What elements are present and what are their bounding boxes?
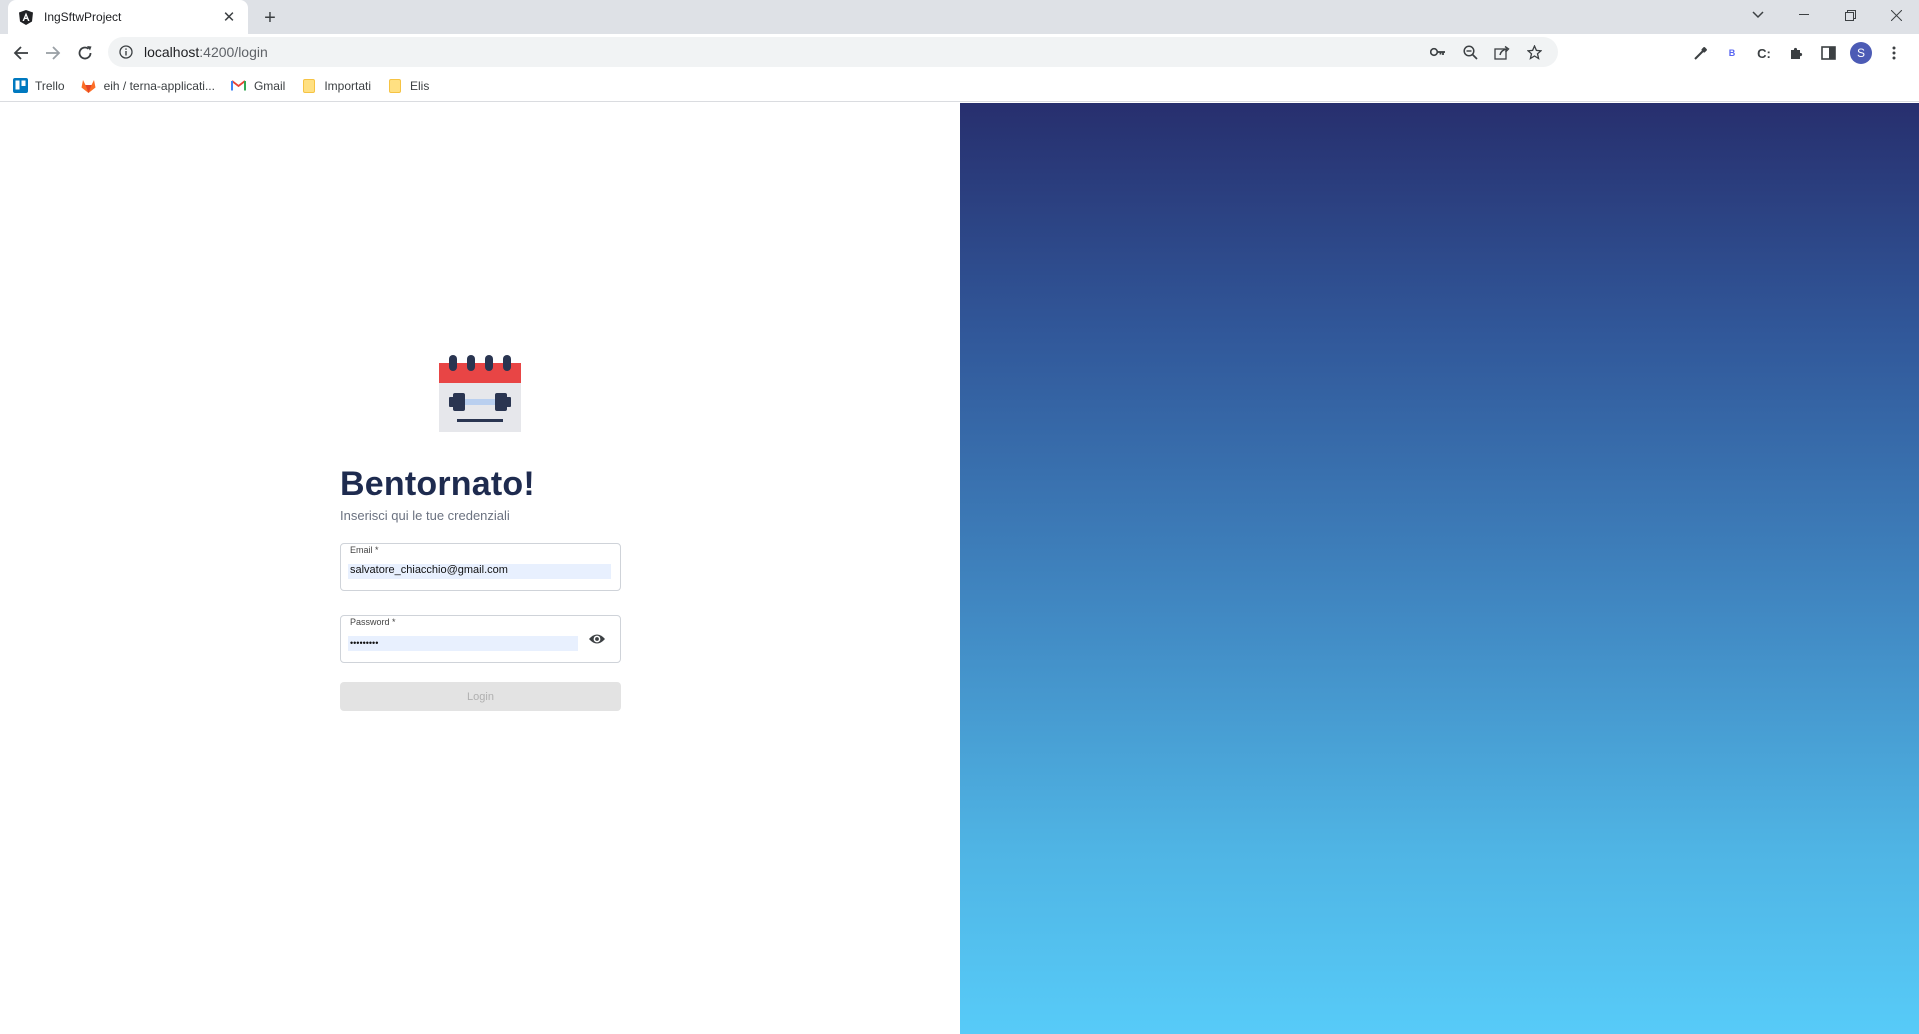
url-path: :4200/login — [199, 44, 268, 60]
page-title: Bentornato! — [340, 465, 535, 503]
angular-icon — [18, 9, 34, 25]
url-text: localhost:4200/login — [144, 44, 268, 60]
minimize-icon[interactable] — [1781, 0, 1827, 30]
folder-icon — [301, 78, 317, 94]
bookmark-gitlab[interactable]: eih / terna-applicati... — [81, 78, 215, 94]
url-host: localhost — [144, 44, 200, 60]
email-label: Email * — [350, 545, 379, 555]
calendar-dumbbell-logo-icon — [439, 355, 521, 432]
side-panel-icon[interactable] — [1818, 43, 1838, 63]
address-bar[interactable]: localhost:4200/login — [108, 37, 1558, 67]
window-close-icon[interactable] — [1873, 0, 1919, 30]
back-arrow-icon[interactable] — [8, 40, 34, 66]
restore-icon[interactable] — [1827, 0, 1873, 30]
new-tab-button[interactable]: + — [258, 6, 282, 30]
bookmark-star-icon[interactable] — [1524, 42, 1544, 62]
password-field[interactable]: Password * ••••••••• — [340, 615, 621, 663]
extensions-area: B C: S — [1690, 42, 1904, 64]
forward-arrow-icon[interactable] — [40, 40, 66, 66]
gitlab-icon — [81, 78, 97, 94]
bookmark-label: eih / terna-applicati... — [103, 78, 215, 93]
password-input[interactable]: ••••••••• — [348, 636, 578, 651]
tab-title: IngSftwProject — [44, 10, 122, 24]
show-password-eye-icon[interactable] — [588, 632, 606, 646]
login-panel: Bentornato! Inserisci qui le tue credenz… — [0, 103, 960, 1034]
tab-close-icon[interactable]: ✕ — [220, 8, 238, 26]
zoom-out-icon[interactable] — [1460, 42, 1480, 62]
bookmark-folder-importati[interactable]: Importati — [301, 78, 371, 94]
trello-icon — [12, 78, 28, 94]
puzzle-icon[interactable] — [1786, 43, 1806, 63]
bookmark-label: Importati — [324, 78, 371, 93]
bookmark-gmail[interactable]: Gmail — [231, 78, 285, 94]
bookmarks-bar: Trello eih / terna-applicati... Gmail Im… — [0, 70, 1919, 102]
password-label: Password * — [350, 617, 396, 627]
login-button[interactable]: Login — [340, 682, 621, 711]
extension-c-icon[interactable]: C: — [1754, 43, 1774, 63]
profile-avatar[interactable]: S — [1850, 42, 1872, 64]
bookmark-label: Trello — [35, 78, 65, 93]
tab-strip: IngSftwProject ✕ + — [0, 0, 1919, 34]
page-viewport: Bentornato! Inserisci qui le tue credenz… — [0, 103, 1919, 1034]
bookmark-label: Gmail — [253, 78, 286, 93]
gmail-icon — [231, 78, 247, 94]
browser-toolbar: localhost:4200/login B C: S — [0, 34, 1919, 70]
site-info-icon[interactable] — [118, 44, 134, 60]
extension-b-icon[interactable]: B — [1722, 43, 1742, 63]
tab-search-chevron-icon[interactable] — [1735, 0, 1781, 30]
reload-icon[interactable] — [72, 40, 98, 66]
gradient-background-panel — [960, 103, 1919, 1034]
address-bar-actions — [1428, 42, 1544, 62]
kebab-menu-icon[interactable] — [1884, 43, 1904, 63]
browser-tab[interactable]: IngSftwProject ✕ — [8, 0, 248, 34]
bookmark-label: Elis — [410, 78, 430, 93]
share-icon[interactable] — [1492, 42, 1512, 62]
email-field[interactable]: Email * salvatore_chiacchio@gmail.com — [340, 543, 621, 591]
bookmark-folder-elis[interactable]: Elis — [387, 78, 429, 94]
key-icon[interactable] — [1428, 42, 1448, 62]
eyedropper-icon[interactable] — [1690, 43, 1710, 63]
folder-icon — [387, 78, 403, 94]
email-input[interactable]: salvatore_chiacchio@gmail.com — [348, 564, 611, 579]
page-subtitle: Inserisci qui le tue credenziali — [340, 508, 510, 523]
bookmark-trello[interactable]: Trello — [12, 78, 65, 94]
